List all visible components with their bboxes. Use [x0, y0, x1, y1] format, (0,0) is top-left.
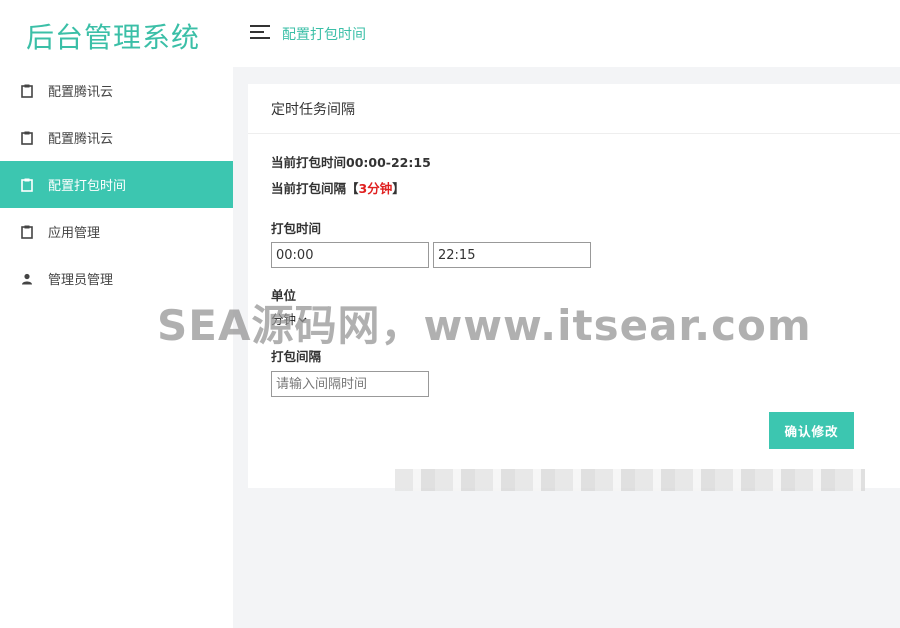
sidebar-item-app-management[interactable]: 应用管理 [0, 208, 233, 255]
clipboard-icon [20, 83, 34, 99]
settings-card: 定时任务间隔 当前打包时间00:00-22:15 当前打包间隔【3分钟】 打包时… [248, 84, 900, 488]
start-time-input[interactable] [271, 242, 429, 268]
watermark-text: SEA源码网，www.itsear.com [157, 301, 812, 350]
current-interval-text: 当前打包间隔【3分钟】 [271, 178, 405, 197]
sidebar-item-label: 管理员管理 [48, 273, 114, 288]
sidebar-item-tencent-cloud-2[interactable]: 配置腾讯云 [0, 114, 233, 161]
sidebar-item-label: 配置打包时间 [48, 179, 127, 194]
sidebar-item-label: 配置腾讯云 [48, 132, 114, 147]
current-interval-suffix: 】 [392, 181, 405, 196]
sidebar-menu: 配置腾讯云 配置腾讯云 配置打包时间 应用管理 管理员管理 [0, 67, 233, 302]
clipboard-icon [20, 130, 34, 146]
card-title: 定时任务间隔 [248, 84, 900, 134]
clipboard-icon [20, 177, 34, 193]
interval-input[interactable] [271, 371, 429, 397]
sidebar-item-tencent-cloud-1[interactable]: 配置腾讯云 [0, 67, 233, 114]
current-pack-time-text: 当前打包时间00:00-22:15 [271, 155, 431, 170]
current-interval-prefix: 当前打包间隔【 [271, 181, 359, 196]
sidebar-item-pack-time[interactable]: 配置打包时间 [0, 161, 233, 208]
sidebar-item-label: 应用管理 [48, 226, 101, 241]
top-bar: 配置打包时间 [233, 0, 900, 67]
blurred-footer [395, 469, 865, 491]
user-icon [20, 271, 34, 287]
breadcrumb: 配置打包时间 [282, 27, 366, 43]
confirm-button[interactable]: 确认修改 [769, 412, 854, 449]
end-time-input[interactable] [433, 242, 591, 268]
sidebar-item-label: 配置腾讯云 [48, 85, 114, 100]
clipboard-icon [20, 224, 34, 240]
menu-toggle-icon[interactable] [250, 25, 270, 41]
pack-time-label: 打包时间 [271, 221, 322, 236]
current-interval-value: 3分钟 [358, 181, 393, 196]
app-logo-title: 后台管理系统 [26, 21, 201, 54]
